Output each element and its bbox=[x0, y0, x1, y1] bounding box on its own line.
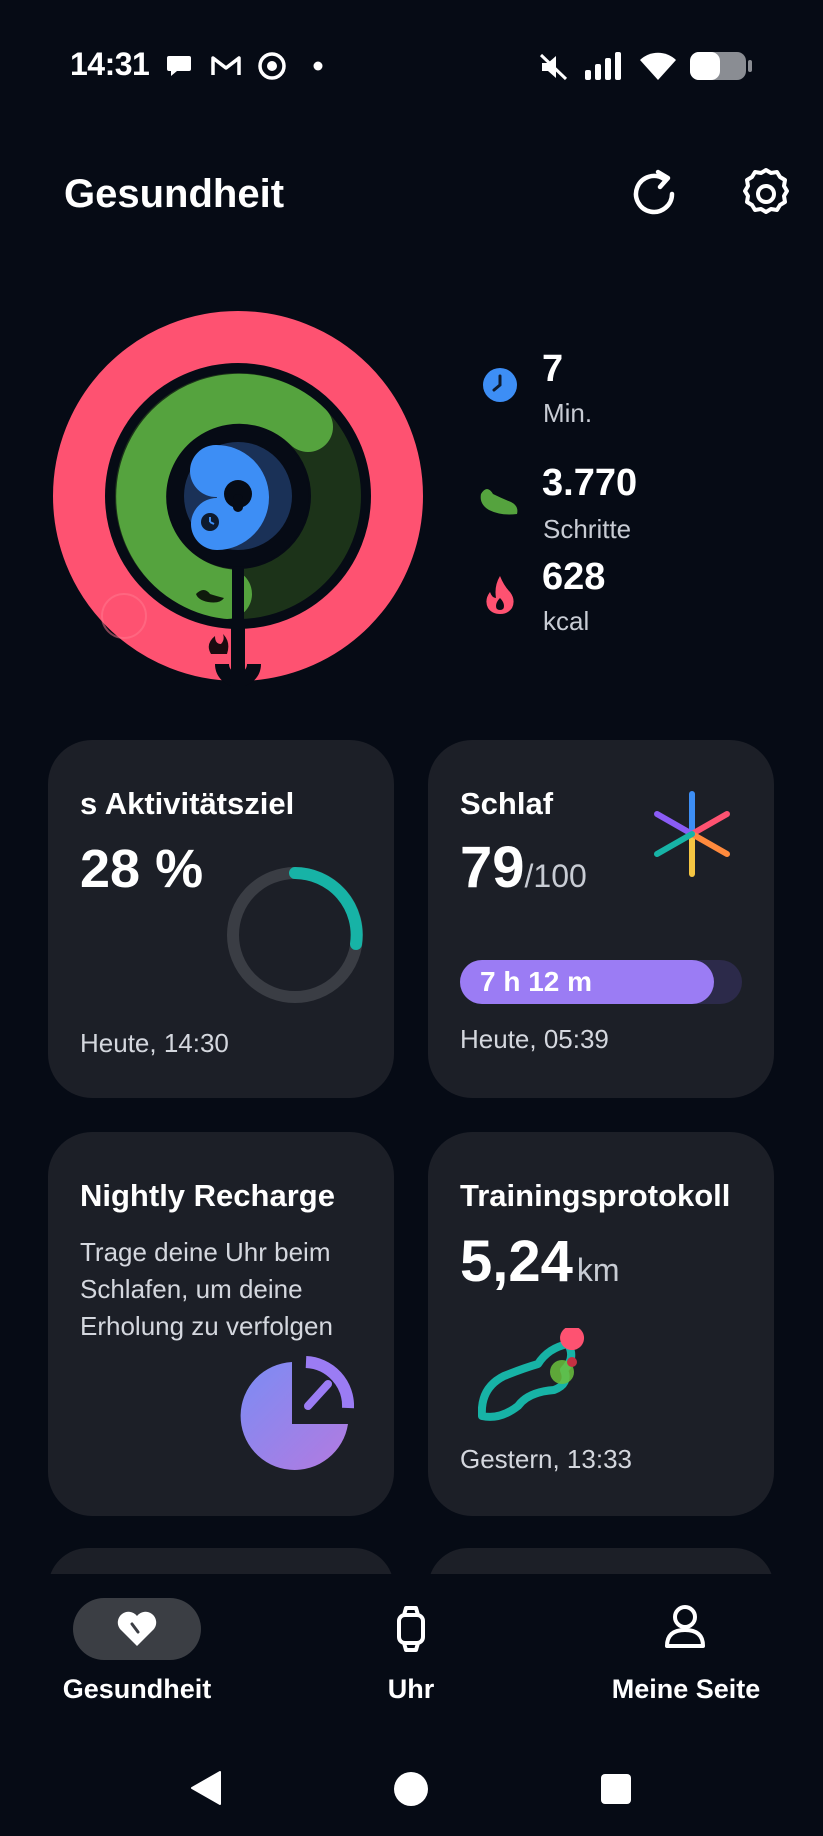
sleep-card[interactable]: Schlaf 79/100 7 h 12 m Heute, 05:39 bbox=[428, 740, 774, 1098]
flame-icon bbox=[486, 576, 514, 614]
steps-label: Schritte bbox=[543, 514, 632, 544]
system-home-icon[interactable] bbox=[392, 1770, 430, 1808]
training-log-title: Trainingsprotokoll bbox=[460, 1178, 731, 1213]
person-icon[interactable] bbox=[664, 1604, 706, 1650]
activity-goal-progress-ring bbox=[227, 867, 363, 1003]
activity-rings-chart[interactable] bbox=[46, 304, 430, 688]
training-route-map bbox=[478, 1328, 585, 1421]
sleep-duration-label: 7 h 12 m bbox=[480, 966, 593, 997]
refresh-icon[interactable] bbox=[628, 168, 680, 220]
nav-label-watch[interactable]: Uhr bbox=[311, 1674, 511, 1705]
heart-icon bbox=[117, 1611, 157, 1646]
battery-icon bbox=[690, 52, 752, 80]
system-back-icon[interactable] bbox=[188, 1768, 224, 1808]
more-notifications-dot-icon bbox=[313, 61, 323, 71]
system-recents-icon[interactable] bbox=[599, 1772, 633, 1806]
nightly-recharge-moon-icon bbox=[240, 1356, 354, 1470]
status-time: 14:31 bbox=[70, 46, 150, 82]
sleep-stages-icon bbox=[654, 791, 730, 877]
sleep-timestamp: Heute, 05:39 bbox=[460, 1024, 609, 1054]
chrome-notification-icon bbox=[258, 52, 286, 80]
page-title: Gesundheit bbox=[64, 172, 285, 216]
nightly-recharge-card[interactable]: Nightly Recharge Trage deine Uhr beim Sc… bbox=[48, 1132, 394, 1516]
nightly-recharge-text: Trage deine Uhr beim Schlafen, um deine … bbox=[80, 1237, 333, 1341]
nav-item-health[interactable] bbox=[73, 1598, 201, 1660]
nightly-recharge-title: Nightly Recharge bbox=[80, 1178, 335, 1213]
minutes-value: 7 bbox=[542, 348, 564, 390]
training-distance-value: 5,24 bbox=[460, 1229, 573, 1294]
minutes-label: Min. bbox=[543, 398, 593, 428]
sleep-duration-bar-track: 7 h 12 m bbox=[460, 960, 742, 1004]
sleep-score-value: 79 bbox=[460, 835, 525, 900]
sleep-score: 79/100 bbox=[460, 834, 587, 901]
sleep-title: Schlaf bbox=[460, 786, 554, 821]
signal-icon bbox=[585, 52, 621, 80]
sleep-duration-bar: 7 h 12 m bbox=[460, 960, 714, 1004]
activity-goal-card[interactable]: s Aktivitätsziel 28 % Heute, 14:30 bbox=[48, 740, 394, 1098]
settings-gear-icon[interactable] bbox=[738, 166, 794, 222]
activity-goal-value: 28 % bbox=[80, 839, 204, 899]
mute-icon bbox=[539, 53, 568, 81]
activity-goal-title: s Aktivitätsziel bbox=[80, 786, 295, 821]
shoe-icon bbox=[480, 489, 518, 515]
clock-icon bbox=[483, 368, 517, 402]
chat-notification-icon bbox=[167, 56, 191, 76]
kcal-value: 628 bbox=[542, 556, 606, 598]
training-log-card[interactable]: Trainingsprotokoll 5,24 km Gestern, 13:33 bbox=[428, 1132, 774, 1516]
training-distance-unit: km bbox=[576, 1252, 620, 1288]
kcal-label: kcal bbox=[543, 606, 590, 636]
training-distance: 5,24 km bbox=[460, 1228, 620, 1295]
steps-value: 3.770 bbox=[542, 462, 638, 504]
gmail-notification-icon bbox=[211, 56, 241, 75]
sleep-score-max: /100 bbox=[524, 858, 587, 894]
nav-label-my-page[interactable]: Meine Seite bbox=[586, 1674, 786, 1705]
watch-icon[interactable] bbox=[394, 1606, 428, 1652]
nav-label-health[interactable]: Gesundheit bbox=[37, 1674, 237, 1705]
activity-goal-timestamp: Heute, 14:30 bbox=[80, 1028, 229, 1058]
wifi-icon bbox=[640, 52, 676, 80]
training-timestamp: Gestern, 13:33 bbox=[460, 1444, 632, 1474]
